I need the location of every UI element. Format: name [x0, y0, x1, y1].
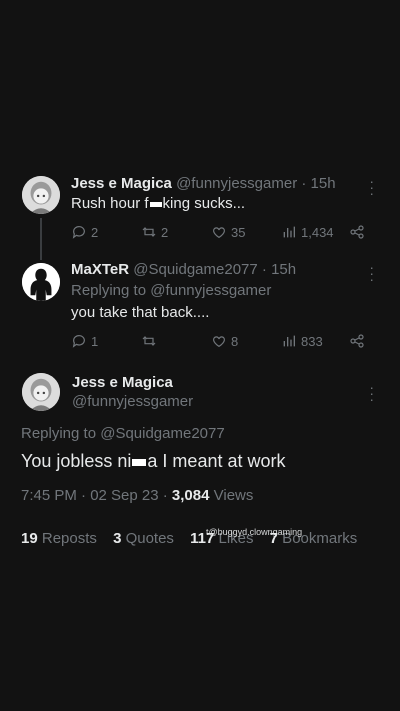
- reply-count: 2: [91, 224, 99, 240]
- anime-avatar-icon: [22, 176, 60, 214]
- more-options-icon[interactable]: · · ·: [369, 260, 374, 286]
- share-button[interactable]: [349, 224, 365, 240]
- tweet-text-part: You jobless ni: [21, 451, 132, 471]
- tweet-meta: 7:45 PM · 02 Sep 23 · 3,084 Views: [21, 487, 253, 504]
- repost-icon: [142, 227, 156, 237]
- reply-icon: [72, 226, 85, 239]
- tweet-text-part: king sucks...: [162, 195, 246, 212]
- reposts-count: 19: [21, 530, 38, 547]
- quotes-label: Quotes: [121, 530, 174, 547]
- replying-to-line: Replying to @Squidgame2077: [21, 425, 225, 442]
- display-name[interactable]: Jess e Magica: [71, 175, 172, 192]
- views-icon: [283, 335, 295, 347]
- anime-avatar-icon: [22, 373, 60, 411]
- handle[interactable]: @Squidgame2077: [133, 261, 257, 278]
- reposts-label: Reposts: [37, 530, 97, 547]
- replying-to-line: Replying to @funnyjessgamer: [71, 282, 271, 299]
- display-name[interactable]: MaXTeR: [71, 261, 129, 278]
- replying-to-label: Replying to: [71, 282, 151, 299]
- time-date[interactable]: 7:45 PM · 02 Sep 23 ·: [21, 487, 172, 504]
- thread-line: [40, 218, 42, 260]
- tweet-text-part: a I meant at work: [147, 451, 286, 471]
- repost-button[interactable]: 2: [141, 224, 168, 240]
- avatar[interactable]: [22, 176, 60, 214]
- repost-button[interactable]: [141, 333, 161, 349]
- reply-count: 1: [91, 333, 99, 349]
- timestamp[interactable]: · 15h: [301, 175, 335, 192]
- view-count: 1,434: [301, 224, 334, 240]
- censor-mark: [149, 201, 162, 207]
- views-label: Views: [209, 487, 254, 504]
- handle[interactable]: @funnyjessgamer: [176, 175, 297, 192]
- heart-icon: [213, 336, 225, 348]
- tweet-header: MaXTeR @Squidgame2077 · 15h: [71, 261, 296, 278]
- quotes-stat[interactable]: 3 Quotes: [113, 530, 174, 547]
- views-button[interactable]: 833: [281, 333, 323, 349]
- replying-to-handle[interactable]: @Squidgame2077: [100, 425, 224, 442]
- heart-icon: [213, 227, 225, 239]
- share-button[interactable]: [349, 333, 365, 349]
- repost-icon: [142, 336, 156, 346]
- censor-mark: [132, 458, 147, 466]
- action-bar: 2 2 35 1,434: [71, 224, 371, 242]
- character-silhouette-icon: [22, 263, 60, 301]
- like-count: 35: [231, 224, 246, 240]
- share-icon: [350, 334, 364, 348]
- reply-icon: [72, 335, 85, 348]
- like-count: 8: [231, 333, 239, 349]
- views-icon: [283, 226, 295, 238]
- handle[interactable]: @funnyjessgamer: [72, 393, 193, 410]
- display-name[interactable]: Jess e Magica: [72, 374, 173, 391]
- engagement-stats: 19 Reposts 3 Quotes 117 Likes 7 Bookmark…: [21, 530, 357, 547]
- views-count: 3,084: [171, 487, 210, 504]
- avatar[interactable]: [22, 373, 60, 411]
- like-button[interactable]: 8: [211, 333, 238, 349]
- avatar[interactable]: [22, 263, 60, 301]
- more-options-icon[interactable]: · · ·: [369, 174, 374, 200]
- action-bar: 1 8 833: [71, 333, 371, 351]
- like-button[interactable]: 35: [211, 224, 245, 240]
- replying-to-label: Replying to: [21, 425, 101, 442]
- tweet-text: You jobless ni a I meant at work: [21, 451, 285, 472]
- reply-button[interactable]: 2: [71, 224, 98, 240]
- share-icon: [350, 225, 364, 239]
- reposts-stat[interactable]: 19 Reposts: [21, 530, 97, 547]
- reply-button[interactable]: 1: [71, 333, 98, 349]
- replying-to-handle[interactable]: @funnyjessgamer: [150, 282, 271, 299]
- more-options-icon[interactable]: · · ·: [369, 380, 374, 406]
- tweet-text: Rush hour f king sucks...: [71, 195, 245, 212]
- watermark-text: t@buggyd.clowngaming: [206, 527, 303, 537]
- view-count: 833: [301, 333, 323, 349]
- tweet-text: you take that back....: [71, 304, 210, 321]
- repost-count: 2: [161, 224, 169, 240]
- views-button[interactable]: 1,434: [281, 224, 334, 240]
- tweet-text-part: Rush hour f: [71, 195, 149, 212]
- tweet-header: Jess e Magica @funnyjessgamer · 15h: [71, 175, 336, 192]
- timestamp[interactable]: · 15h: [262, 261, 296, 278]
